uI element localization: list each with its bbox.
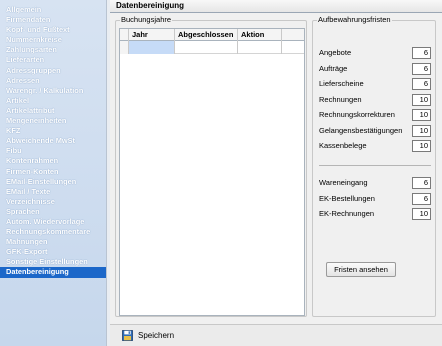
cell-aktion[interactable] (238, 41, 282, 54)
floppy-disk-icon (122, 330, 133, 341)
retention-years-input[interactable]: 10 (412, 140, 431, 152)
sidebar-item-rechnungskommentare[interactable]: Rechnungskommentare (0, 227, 106, 237)
retention-row: Rechnungskorrekturen 10 (319, 109, 431, 121)
retention-years-input[interactable]: 6 (412, 47, 431, 59)
sidebar-item-mahnungen[interactable]: Mahnungen (0, 237, 106, 247)
retention-divider (319, 165, 431, 166)
retention-years-input[interactable]: 6 (412, 62, 431, 75)
retention-label: Gelangensbestätigungen (319, 125, 403, 135)
sidebar-item-artikelattribut[interactable]: Artikelattribut (0, 106, 106, 116)
retention-label: Rechnungskorrekturen (319, 110, 395, 119)
sidebar-item-allgemein[interactable]: Allgemein (0, 5, 106, 15)
sidebar-item-verzeichnisse[interactable]: Verzeichnisse (0, 197, 106, 207)
retention-label: Aufträge (319, 63, 348, 73)
sidebar-item-autom-wiedervorlage[interactable]: Autom. Wiedervorlage (0, 217, 106, 227)
retention-row: Aufträge 6 (319, 62, 431, 75)
retention-years-input[interactable]: 10 (412, 93, 431, 106)
sidebar-item-sonstige-einstellungen[interactable]: Sonstige Einstellungen (0, 257, 106, 267)
cell-jahr[interactable] (129, 41, 175, 54)
retention-years-input[interactable]: 10 (412, 124, 431, 137)
sidebar-item-gfk-export[interactable]: GFK-Export (0, 247, 106, 257)
sidebar-item-nummernkreise[interactable]: Nummernkreise (0, 35, 106, 45)
retention-row: Lieferscheine 6 (319, 78, 431, 90)
retention-label: Wareneingang (319, 178, 368, 187)
save-button[interactable]: Speichern (120, 329, 180, 343)
retention-row: Gelangensbestätigungen 10 (319, 124, 431, 137)
retention-label: Rechnungen (319, 94, 362, 104)
sidebar-item-kopf-und-fußtext[interactable]: Kopf- und Fußtext (0, 25, 106, 35)
sidebar-item-mengeneinheiten[interactable]: Mengeneinheiten (0, 116, 106, 126)
sidebar-item-abweichende-mwst[interactable]: Abweichende MwSt (0, 136, 106, 146)
sidebar-item-kontenrahmen[interactable]: Kontenrahmen (0, 156, 106, 166)
retention-years-input[interactable]: 6 (412, 177, 431, 189)
retention-row: Kassenbelege 10 (319, 140, 431, 152)
column-header-aktion[interactable]: Aktion (238, 29, 282, 41)
sidebar: Allgemein Firmendaten Kopf- und Fußtext Num… (0, 0, 106, 346)
sidebar-item-zahlungsarten[interactable]: Zahlungsarten (0, 45, 106, 55)
retention-years-input[interactable]: 6 (412, 78, 431, 90)
grid-header: Jahr Abgeschlossen Aktion (120, 29, 304, 41)
retention-years-input[interactable]: 10 (412, 109, 431, 121)
sidebar-item-warengr-kalkulation[interactable]: Warengr. / Kalkulation (0, 86, 106, 96)
sidebar-item-lieferarten[interactable]: Lieferarten (0, 55, 106, 65)
retention-label: EK-Rechnungen (319, 209, 375, 218)
sidebar-item-sprachen[interactable]: Sprachen (0, 207, 106, 217)
retention-label: Lieferscheine (319, 79, 364, 88)
grid-header-selector (120, 29, 129, 41)
retention-years-input[interactable]: 6 (412, 192, 431, 205)
years-grid[interactable]: Jahr Abgeschlossen Aktion (119, 28, 305, 316)
view-periods-button[interactable]: Fristen ansehen (326, 262, 396, 277)
retention-label: Kassenbelege (319, 141, 367, 150)
retention-group-title: Aufbewahrungsfristen (317, 15, 392, 24)
retention-row: EK-Rechnungen 10 (319, 208, 431, 220)
save-label: Speichern (138, 331, 175, 340)
retention-row: Wareneingang 6 (319, 177, 431, 189)
column-header-abgeschlossen[interactable]: Abgeschlossen (175, 29, 238, 41)
sidebar-item-email-einstellungen[interactable]: EMail-Einstellungen (0, 177, 106, 187)
sidebar-item-firmen-konten[interactable]: Firmen-Konten (0, 167, 106, 177)
retention-label: Angebote (319, 48, 352, 57)
sidebar-item-adressen[interactable]: Adressen (0, 76, 106, 86)
page-header: Datenbereinigung (110, 0, 442, 13)
retention-years-input[interactable]: 10 (412, 208, 431, 220)
column-header-jahr[interactable]: Jahr (129, 29, 175, 41)
retention-group: Aufbewahrungsfristen Fristen ansehen Ang… (312, 15, 436, 317)
sidebar-item-adressgruppen[interactable]: Adressgruppen (0, 66, 106, 76)
sidebar-item-kfz[interactable]: KFZ (0, 126, 106, 136)
bottom-toolbar: Speichern (110, 324, 442, 346)
retention-label: EK-Bestellungen (319, 193, 375, 203)
sidebar-item-firmendaten[interactable]: Firmendaten (0, 15, 106, 25)
sidebar-item-email-texte[interactable]: EMail / Texte (0, 187, 106, 197)
retention-row: EK-Bestellungen 6 (319, 192, 431, 205)
cell-abgeschlossen[interactable] (175, 41, 238, 54)
row-selector[interactable] (120, 41, 129, 54)
years-group: Buchungsjahre Jahr Abgeschlossen Aktion (115, 15, 307, 317)
sidebar-item-fibu[interactable]: Fibu (0, 146, 106, 156)
main-panel: Datenbereinigung Buchungsjahre Jahr Abge… (110, 0, 442, 346)
retention-row: Rechnungen 10 (319, 93, 431, 106)
page-title: Datenbereinigung (116, 1, 185, 10)
sidebar-item-datenbereinigung[interactable]: Datenbereinigung (0, 267, 106, 278)
sidebar-item-artikel[interactable]: Artikel (0, 96, 106, 106)
years-group-title: Buchungsjahre (120, 15, 173, 24)
table-row[interactable] (120, 41, 304, 54)
retention-row: Angebote 6 (319, 47, 431, 59)
